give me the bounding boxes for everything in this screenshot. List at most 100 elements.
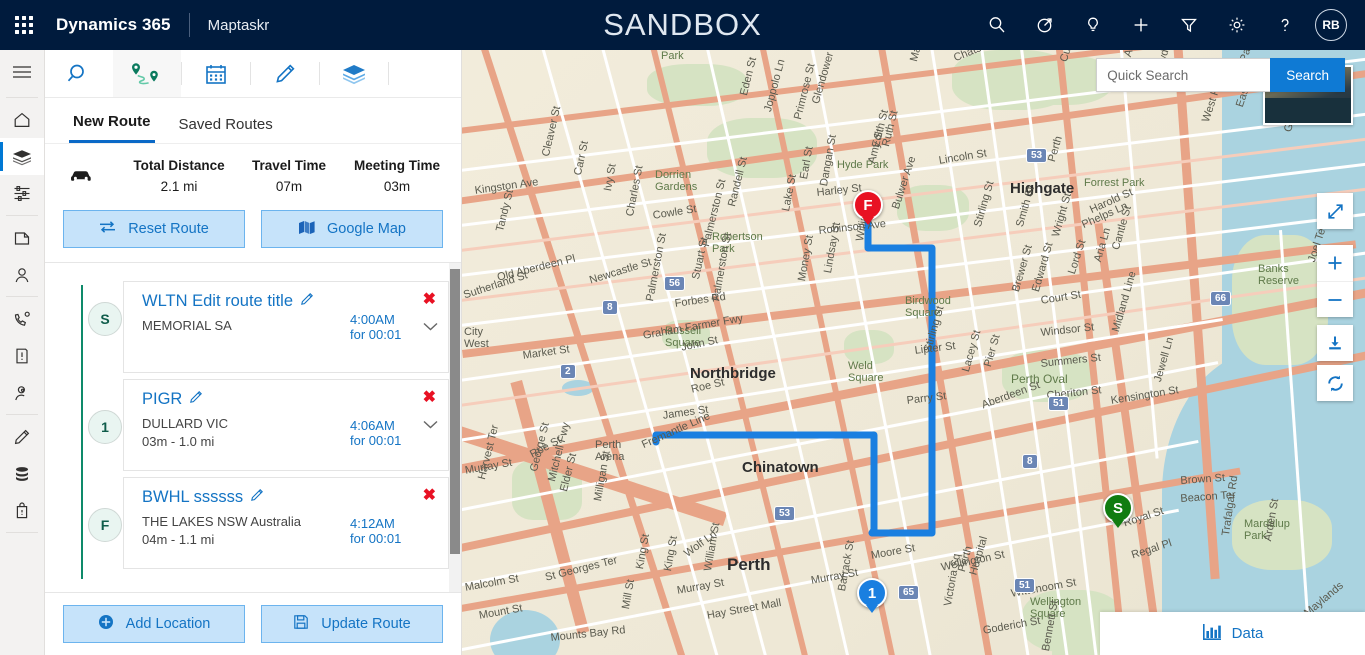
- stop-card[interactable]: PIGR DULLARD VIC 03m - 1.0 mi ✖ 4:06AM f…: [123, 379, 449, 471]
- stop-times: 4:00AM for 00:01: [350, 312, 401, 342]
- stop-times: 4:12AM for 00:01: [350, 516, 401, 546]
- stop-actions: ✖ 4:12AM for 00:01: [350, 488, 436, 558]
- map-marker-waypoint-1[interactable]: 1: [857, 578, 887, 608]
- stat-label: Meeting Time: [353, 158, 441, 173]
- calendar-tool-button[interactable]: [182, 50, 250, 97]
- remove-stop-button[interactable]: ✖: [423, 292, 436, 308]
- search-tool-button[interactable]: [45, 50, 113, 97]
- google-map-button[interactable]: Google Map: [261, 210, 443, 248]
- tab-saved-routes[interactable]: Saved Routes: [175, 116, 277, 143]
- stop-title[interactable]: BWHL ssssss: [142, 488, 350, 507]
- list-item[interactable]: 1 PIGR DULLARD VIC 03m - 1.0 mi ✖ 4:06AM…: [69, 379, 449, 471]
- sidebar-item-activities[interactable]: [0, 219, 44, 256]
- pencil-icon[interactable]: [250, 488, 264, 507]
- scrollbar-thumb[interactable]: [450, 269, 460, 554]
- divider: [6, 296, 38, 297]
- sidebar-item-accounts[interactable]: [0, 374, 44, 411]
- download-map-button[interactable]: [1317, 325, 1353, 361]
- divider: [6, 532, 38, 533]
- remove-stop-button[interactable]: ✖: [423, 488, 436, 504]
- assistant-icon[interactable]: [1021, 0, 1069, 50]
- search-icon[interactable]: [973, 0, 1021, 50]
- zoom-controls[interactable]: [1317, 245, 1353, 317]
- marker-label: 1: [867, 584, 877, 602]
- lightbulb-icon[interactable]: [1069, 0, 1117, 50]
- gear-icon[interactable]: [1213, 0, 1261, 50]
- stop-subtitle: THE LAKES NSW Australia: [142, 514, 301, 529]
- zoom-in-button[interactable]: [1317, 245, 1353, 281]
- stat-value: 07m: [275, 179, 303, 194]
- divider: [6, 97, 38, 98]
- remove-stop-button[interactable]: ✖: [423, 390, 436, 406]
- top-navigation-bar: Dynamics 365 Maptaskr SANDBOX RB: [0, 0, 1365, 50]
- map-label-dorrien-gardens: Dorrien Gardens: [655, 169, 698, 193]
- stat-value: 03m: [383, 179, 411, 194]
- filter-icon[interactable]: [1165, 0, 1213, 50]
- route-shield: 53: [774, 506, 796, 521]
- sidebar-item-service[interactable]: [0, 300, 44, 337]
- search-button[interactable]: Search: [1270, 58, 1345, 92]
- tab-new-route[interactable]: New Route: [69, 113, 155, 143]
- map-label-hyde-park: Hyde Park: [837, 159, 889, 171]
- map-label-park: Park: [661, 50, 684, 62]
- hamburger-icon[interactable]: [0, 50, 44, 94]
- list-item[interactable]: S WLTN Edit route title MEMORIAL SA ✖ 4:…: [69, 281, 449, 373]
- divider: [6, 215, 38, 216]
- map-marker-start[interactable]: S: [1103, 493, 1133, 523]
- waffle-icon: [15, 16, 33, 34]
- sidebar-item-maptaskr[interactable]: [0, 138, 44, 175]
- sidebar-item-edit[interactable]: [0, 418, 44, 455]
- plus-icon[interactable]: [1117, 0, 1165, 50]
- stat-travel-time: Travel Time 07m: [239, 158, 339, 194]
- divider: [6, 414, 38, 415]
- sidebar-item-settings[interactable]: [0, 492, 44, 529]
- plus-circle-icon: [98, 614, 114, 634]
- brand-title[interactable]: Dynamics 365: [56, 15, 171, 35]
- app-name[interactable]: Maptaskr: [208, 17, 270, 34]
- pencil-icon[interactable]: [189, 390, 203, 409]
- stop-card[interactable]: BWHL ssssss THE LAKES NSW Australia 04m …: [123, 477, 449, 569]
- stop-time: 4:00AM: [350, 312, 395, 327]
- add-location-button[interactable]: Add Location: [63, 605, 245, 643]
- stop-list-scrollbar[interactable]: [449, 263, 461, 592]
- route-tool-button[interactable]: [113, 50, 181, 97]
- stop-title[interactable]: WLTN Edit route title: [142, 292, 350, 311]
- reset-route-button[interactable]: Reset Route: [63, 210, 245, 248]
- car-icon: [45, 168, 119, 184]
- search-input[interactable]: [1096, 58, 1271, 92]
- map-canvas[interactable]: Highgate Northbridge Chinatown Perth Eas…: [462, 50, 1365, 655]
- button-label: Add Location: [125, 616, 211, 632]
- help-icon[interactable]: [1261, 0, 1309, 50]
- map-icon: [298, 220, 315, 239]
- overview-water: [1265, 97, 1351, 123]
- expand-map-button[interactable]: [1317, 193, 1353, 229]
- stop-items: S WLTN Edit route title MEMORIAL SA ✖ 4:…: [45, 263, 449, 579]
- sidebar-item-contacts[interactable]: [0, 256, 44, 293]
- draw-tool-button[interactable]: [251, 50, 319, 97]
- chevron-down-icon[interactable]: [423, 318, 438, 336]
- sidebar-item-data[interactable]: [0, 455, 44, 492]
- list-item[interactable]: F BWHL ssssss THE LAKES NSW Australia 04…: [69, 477, 449, 569]
- pencil-icon[interactable]: [300, 292, 314, 311]
- chevron-down-icon[interactable]: [423, 416, 438, 434]
- map-marker-finish[interactable]: F: [853, 190, 883, 220]
- stop-meta: 04m - 1.1 mi: [142, 532, 215, 547]
- sidebar-item-dashboards[interactable]: [0, 175, 44, 212]
- route-shield: 8: [1022, 454, 1038, 469]
- route-actions: Reset Route Google Map: [45, 200, 461, 262]
- sidebar-item-home[interactable]: [0, 101, 44, 138]
- stop-details: WLTN Edit route title MEMORIAL SA: [142, 292, 350, 362]
- app-launcher-button[interactable]: [0, 0, 48, 50]
- avatar[interactable]: RB: [1315, 9, 1347, 41]
- zoom-out-button[interactable]: [1317, 281, 1353, 317]
- stop-title[interactable]: PIGR: [142, 390, 350, 409]
- route-footer-actions: Add Location Update Route: [45, 592, 461, 655]
- update-route-button[interactable]: Update Route: [261, 605, 443, 643]
- stop-subtitle: DULLARD VIC: [142, 416, 228, 431]
- layers-tool-button[interactable]: [320, 50, 388, 97]
- sidebar-item-cases[interactable]: [0, 337, 44, 374]
- stop-list-viewport: S WLTN Edit route title MEMORIAL SA ✖ 4:…: [45, 263, 449, 592]
- data-button[interactable]: Data: [1100, 612, 1365, 655]
- refresh-map-button[interactable]: [1317, 365, 1353, 401]
- stop-card[interactable]: WLTN Edit route title MEMORIAL SA ✖ 4:00…: [123, 281, 449, 373]
